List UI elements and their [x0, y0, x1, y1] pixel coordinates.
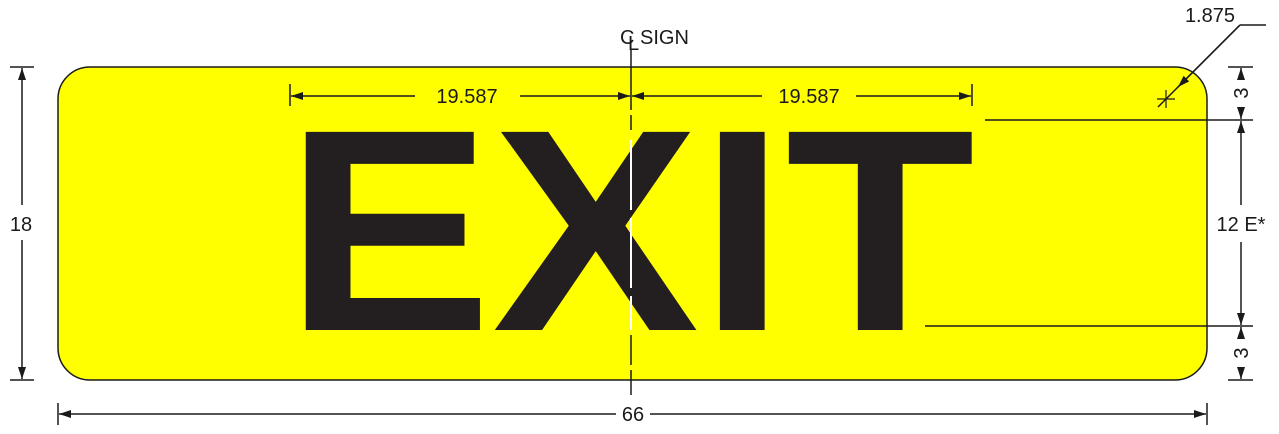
- half-span-left-label: 19.587: [436, 86, 497, 108]
- exit-sign-drawing: EXIT C L SIGN 19.587 19.587 18 66 3 12 E…: [10, 5, 1266, 426]
- half-span-right-label: 19.587: [778, 86, 839, 108]
- svg-text:L: L: [628, 33, 639, 55]
- top-margin-label: 3: [1231, 87, 1253, 98]
- overall-width-label: 66: [622, 404, 644, 426]
- bottom-margin-label: 3: [1231, 347, 1253, 358]
- overall-height-label: 18: [10, 214, 32, 236]
- corner-radius-label: 1.875: [1185, 5, 1235, 27]
- centerline-symbol: C L: [620, 27, 639, 55]
- letter-height-label: 12 E*: [1217, 214, 1266, 236]
- centerline-label: SIGN: [640, 27, 689, 49]
